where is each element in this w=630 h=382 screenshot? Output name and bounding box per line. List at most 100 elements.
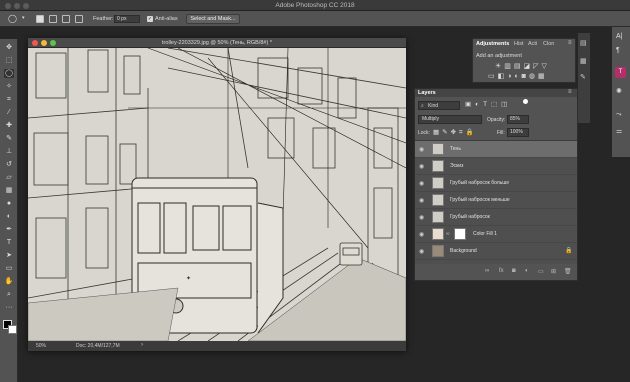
zoom-document-icon[interactable] xyxy=(50,40,56,46)
visibility-eye-icon[interactable]: ◉ xyxy=(419,180,424,187)
more-tools-icon[interactable]: ··· xyxy=(4,303,14,312)
layer-row[interactable]: ◉ Background 🔒 xyxy=(415,243,577,260)
collapsed-panel-strip: ▤ ▦ ✎ xyxy=(578,33,590,123)
eyedropper-tool-icon[interactable]: ⁄ xyxy=(4,108,14,117)
layer-name: Грубый набросок xyxy=(450,214,490,220)
brushes-icon[interactable]: ✎ xyxy=(580,73,586,81)
layer-row[interactable]: ◉ Грубый набросок меньше xyxy=(415,192,577,209)
layer-row[interactable]: ◉ Эскиз xyxy=(415,158,577,175)
new-selection-icon[interactable] xyxy=(36,15,44,23)
layer-row[interactable]: ◉ Грубый набросок xyxy=(415,209,577,226)
intersect-selection-icon[interactable] xyxy=(75,15,83,23)
add-to-selection-icon[interactable] xyxy=(49,15,57,23)
layer-thumbnail xyxy=(432,194,444,206)
trash-icon[interactable]: 🗑 xyxy=(564,268,572,275)
lock-icon: 🔒 xyxy=(565,248,573,254)
paths-icon[interactable]: ⤳ xyxy=(616,111,622,119)
magic-wand-tool-icon[interactable]: ✧ xyxy=(4,82,14,91)
path-selection-tool-icon[interactable]: ➤ xyxy=(4,251,14,260)
plugin-icon[interactable]: T xyxy=(615,67,626,78)
select-and-mask-button[interactable]: Select and Mask... xyxy=(186,14,240,24)
adjustment-icons-row-1[interactable]: ☀▥▤◪◸▽ xyxy=(495,62,550,70)
background-color-swatch[interactable] xyxy=(8,325,17,334)
tab-adjustments[interactable]: Adjustments xyxy=(476,41,509,47)
character-panel-icon[interactable]: A| xyxy=(616,33,623,40)
new-group-icon[interactable]: ▭ xyxy=(538,268,544,275)
lock-label: Lock: xyxy=(418,130,430,136)
chevron-right-icon[interactable]: › xyxy=(141,342,143,348)
lock-icons[interactable]: ▦✎✥⌗🔒 xyxy=(433,128,477,137)
panel-menu-icon[interactable]: ≡ xyxy=(568,40,572,46)
lasso-tool-icon[interactable]: ◯ xyxy=(4,69,14,78)
type-tool-icon[interactable]: T xyxy=(4,238,14,247)
layer-style-icon[interactable]: fx xyxy=(499,268,504,274)
history-brush-tool-icon[interactable]: ↺ xyxy=(4,160,14,169)
layer-thumbnail xyxy=(432,143,444,155)
visibility-eye-icon[interactable]: ◉ xyxy=(419,214,424,221)
tab-actions[interactable]: Acti xyxy=(528,41,537,47)
layers-panel: Layers ≡ ⌕ Kind ▣◐T⬚◫ Multiply Opacity: … xyxy=(414,88,578,281)
add-mask-icon[interactable]: ◙ xyxy=(512,268,516,274)
marquee-tool-icon[interactable]: ⬚ xyxy=(4,56,14,65)
visibility-eye-icon[interactable]: ◉ xyxy=(419,163,424,170)
subtract-selection-icon[interactable] xyxy=(62,15,70,23)
panel-menu-icon[interactable]: ≡ xyxy=(568,89,572,95)
new-adjustment-icon[interactable]: ◐ xyxy=(525,268,529,274)
hand-tool-icon[interactable]: ✋ xyxy=(4,277,14,286)
link-layers-icon[interactable]: ∞ xyxy=(485,268,489,274)
adjustment-icons-row-2[interactable]: ▭◧◑◐◙◍▦ xyxy=(488,72,548,80)
layer-filter-icons[interactable]: ▣◐T⬚◫ xyxy=(465,100,511,108)
shape-tool-icon[interactable]: ▭ xyxy=(4,264,14,273)
close-document-icon[interactable] xyxy=(32,40,38,46)
history-icon[interactable]: ▤ xyxy=(580,39,587,47)
brush-tool-icon[interactable]: ✎ xyxy=(4,134,14,143)
fill-label: Fill: xyxy=(497,130,505,136)
blur-tool-icon[interactable]: ● xyxy=(4,199,14,208)
layer-row[interactable]: ◉ Грубый набросок больше xyxy=(415,175,577,192)
opacity-input[interactable]: 85% xyxy=(507,115,529,124)
visibility-eye-icon[interactable]: ◉ xyxy=(419,231,424,238)
filter-toggle-icon[interactable] xyxy=(523,99,528,104)
opacity-label: Opacity: xyxy=(487,117,506,123)
zoom-tool-icon[interactable]: ⌕ xyxy=(4,290,14,299)
healing-brush-tool-icon[interactable]: ✚ xyxy=(4,121,14,130)
properties-icon[interactable]: ⚌ xyxy=(616,127,622,135)
document-title: trolley-2203329.jpg @ 50% (Тень, RGB/8#)… xyxy=(162,40,272,46)
chevron-down-icon[interactable]: ▾ xyxy=(22,15,25,21)
crop-tool-icon[interactable]: ⌗ xyxy=(4,95,14,104)
layer-name: Грубый набросок меньше xyxy=(450,197,510,203)
paragraph-panel-icon[interactable]: ¶ xyxy=(616,47,620,54)
layer-row[interactable]: ◉ ∞ Color Fill 1 xyxy=(415,226,577,243)
zoom-level[interactable]: 50% xyxy=(36,343,46,349)
dodge-tool-icon[interactable]: ◐ xyxy=(4,212,14,221)
minimize-document-icon[interactable] xyxy=(41,40,47,46)
swatches-icon[interactable]: ▦ xyxy=(580,57,587,65)
visibility-eye-icon[interactable]: ◉ xyxy=(419,146,424,153)
tab-clone-source[interactable]: Clon xyxy=(543,41,554,47)
filter-kind-select[interactable]: ⌕ Kind xyxy=(418,101,460,110)
eraser-tool-icon[interactable]: ▱ xyxy=(4,173,14,182)
gear-icon[interactable]: ✺ xyxy=(616,87,622,95)
blend-mode-select[interactable]: Multiply xyxy=(418,115,482,124)
lasso-tool-preset-icon[interactable]: ◯ xyxy=(8,14,17,23)
document-tab[interactable]: trolley-2203329.jpg @ 50% (Тень, RGB/8#)… xyxy=(28,38,406,48)
document-window: trolley-2203329.jpg @ 50% (Тень, RGB/8#)… xyxy=(28,38,406,351)
layer-name: Грубый набросок больше xyxy=(450,180,510,186)
options-bar: ◯ ▾ Feather: 0 px ✓ Anti-alias Select an… xyxy=(0,11,630,27)
move-tool-icon[interactable]: ✥ xyxy=(4,43,14,52)
document-canvas[interactable]: ✦ xyxy=(28,48,406,341)
layers-panel-title[interactable]: Layers xyxy=(418,90,436,96)
layer-thumbnail xyxy=(432,211,444,223)
layer-row[interactable]: ◉ Тень xyxy=(415,141,577,158)
clone-stamp-tool-icon[interactable]: ⊥ xyxy=(4,147,14,156)
fill-input[interactable]: 100% xyxy=(507,128,529,137)
tab-histogram[interactable]: Hist xyxy=(514,41,523,47)
feather-input[interactable]: 0 px xyxy=(114,15,140,23)
pen-tool-icon[interactable]: ✒ xyxy=(4,225,14,234)
antialias-checkbox[interactable]: ✓ xyxy=(147,16,153,22)
visibility-eye-icon[interactable]: ◉ xyxy=(419,197,424,204)
svg-text:✦: ✦ xyxy=(186,275,191,282)
new-layer-icon[interactable]: ⊞ xyxy=(551,268,556,275)
visibility-eye-icon[interactable]: ◉ xyxy=(419,248,424,255)
gradient-tool-icon[interactable]: ▦ xyxy=(4,186,14,195)
